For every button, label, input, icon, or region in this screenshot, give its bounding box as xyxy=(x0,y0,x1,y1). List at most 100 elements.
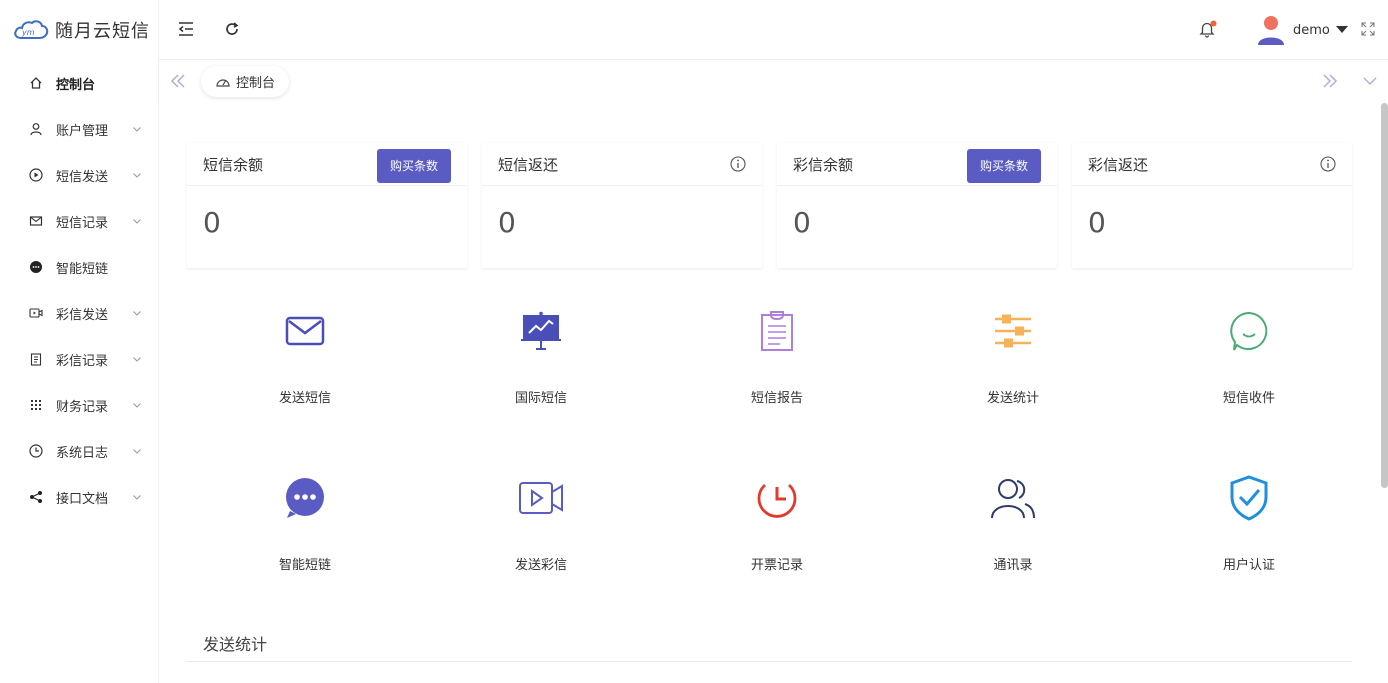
sidebar-item-smart-link[interactable]: 智能短链 xyxy=(0,244,158,290)
shortcut-invoice-records[interactable]: 开票记录 xyxy=(659,460,895,627)
share-icon xyxy=(28,489,44,505)
chat-dots-icon xyxy=(281,474,329,522)
sidebar-item-system-log[interactable]: 系统日志 xyxy=(0,428,158,474)
sidebar-item-label: 财务记录 xyxy=(56,399,109,415)
vertical-scrollbar[interactable] xyxy=(1381,103,1388,488)
tab-label: 控制台 xyxy=(236,76,276,91)
sidebar-item-label: 系统日志 xyxy=(56,445,109,461)
info-icon[interactable] xyxy=(1320,156,1336,172)
notification-button[interactable] xyxy=(1197,18,1219,40)
chevron-down-icon xyxy=(133,127,141,132)
sidebar-item-dashboard[interactable]: 控制台 xyxy=(0,60,158,106)
menu-fold-icon xyxy=(178,22,193,36)
shortcut-label: 通讯录 xyxy=(993,558,1033,573)
card-value: 0 xyxy=(498,206,516,239)
fullscreen-icon xyxy=(1361,22,1375,36)
sidebar-item-label: 短信记录 xyxy=(56,215,109,231)
brand-logo[interactable]: ym 随月云短信 xyxy=(0,0,158,60)
main-content: 短信余额 购买条数 0 短信返还 0 彩信余额 购买条数 0 彩信返还 0 发送… xyxy=(159,103,1388,683)
shortcut-send-mms[interactable]: 发送彩信 xyxy=(423,460,659,627)
card-value: 0 xyxy=(793,206,811,239)
collapse-sidebar-button[interactable] xyxy=(175,18,197,40)
card-header: 短信余额 购买条数 xyxy=(187,143,467,186)
chat-bubble-icon xyxy=(28,259,44,275)
shield-check-icon xyxy=(1225,474,1273,522)
sidebar-item-sms-send[interactable]: 短信发送 xyxy=(0,152,158,198)
buy-mms-button[interactable]: 购买条数 xyxy=(966,148,1041,183)
shortcut-label: 发送彩信 xyxy=(514,558,567,573)
card-mms-refund: 彩信返还 0 xyxy=(1072,143,1352,268)
double-chevron-right-icon xyxy=(1323,74,1338,88)
dashboard-icon xyxy=(215,75,231,89)
sidebar: ym 随月云短信 控制台 账户管理 短信发送 短信记录 智能短链 彩信发送 彩信… xyxy=(0,0,159,683)
shortcut-grid: 发送短信 国际短信 短信报告 发送统计 短信收件 智能短链 发送彩信 开票记录 … xyxy=(187,293,1367,627)
card-title: 彩信余额 xyxy=(793,155,854,174)
video-play-icon xyxy=(517,474,565,522)
clipboard-icon xyxy=(28,351,44,367)
shortcut-label: 开票记录 xyxy=(750,558,803,573)
shortcut-send-stats[interactable]: 发送统计 xyxy=(895,293,1131,460)
shortcut-label: 短信收件 xyxy=(1222,391,1275,406)
chevron-down-icon xyxy=(1363,77,1377,85)
balance-cards: 短信余额 购买条数 0 短信返还 0 彩信余额 购买条数 0 彩信返还 0 xyxy=(187,143,1367,268)
tab-dashboard[interactable]: 控制台 xyxy=(201,66,290,97)
bell-icon xyxy=(1199,20,1217,38)
tabs-dropdown-button[interactable] xyxy=(1359,70,1381,92)
sidebar-item-label: 接口文档 xyxy=(56,491,109,507)
shortcut-label: 发送短信 xyxy=(278,391,331,406)
shortcut-contacts[interactable]: 通讯录 xyxy=(895,460,1131,627)
shortcut-sms-inbox[interactable]: 短信收件 xyxy=(1131,293,1367,460)
contacts-icon xyxy=(989,474,1037,522)
tabs-scroll-left-button[interactable] xyxy=(167,70,189,92)
buy-sms-button[interactable]: 购买条数 xyxy=(376,148,451,183)
cloud-logo-icon: ym xyxy=(14,20,49,39)
shortcut-user-verification[interactable]: 用户认证 xyxy=(1131,460,1367,627)
shortcut-send-sms[interactable]: 发送短信 xyxy=(187,293,423,460)
report-icon xyxy=(753,307,801,355)
card-header: 短信返还 xyxy=(482,143,762,186)
presentation-icon xyxy=(517,307,565,355)
play-circle-icon xyxy=(28,167,44,183)
info-icon[interactable] xyxy=(730,156,746,172)
caret-down-icon xyxy=(1335,26,1348,33)
sidebar-item-account[interactable]: 账户管理 xyxy=(0,106,158,152)
chevron-down-icon xyxy=(133,403,141,408)
sidebar-item-finance[interactable]: 财务记录 xyxy=(0,382,158,428)
shortcut-smart-link[interactable]: 智能短链 xyxy=(187,460,423,627)
shortcut-intl-sms[interactable]: 国际短信 xyxy=(423,293,659,460)
tabs-scroll-right-button[interactable] xyxy=(1319,70,1341,92)
brand-name: 随月云短信 xyxy=(55,21,150,42)
svg-text:ym: ym xyxy=(21,28,35,37)
sidebar-item-sms-records[interactable]: 短信记录 xyxy=(0,198,158,244)
envelope-icon xyxy=(281,307,329,355)
avatar xyxy=(1258,16,1284,45)
sidebar-item-label: 账户管理 xyxy=(56,123,109,139)
sidebar-item-api-docs[interactable]: 接口文档 xyxy=(0,474,158,520)
app-root: ym 随月云短信 控制台 账户管理 短信发送 短信记录 智能短链 彩信发送 彩信… xyxy=(0,0,1388,683)
chevron-down-icon xyxy=(133,495,141,500)
card-sms-balance: 短信余额 购买条数 0 xyxy=(187,143,467,268)
section-title: 发送统计 xyxy=(203,635,268,654)
video-icon xyxy=(28,305,44,321)
fullscreen-button[interactable] xyxy=(1357,18,1379,40)
smile-chat-icon xyxy=(1225,307,1273,355)
chevron-down-icon xyxy=(133,357,141,362)
card-title: 彩信返还 xyxy=(1088,155,1149,174)
shortcut-label: 短信报告 xyxy=(750,391,803,406)
shortcut-row: 智能短链 发送彩信 开票记录 通讯录 用户认证 xyxy=(187,460,1367,627)
sidebar-item-mms-send[interactable]: 彩信发送 xyxy=(0,290,158,336)
card-title: 短信余额 xyxy=(203,155,264,174)
user-icon xyxy=(28,121,44,137)
refresh-button[interactable] xyxy=(221,18,243,40)
notification-dot xyxy=(1210,20,1217,27)
user-menu[interactable]: demo xyxy=(1257,15,1348,45)
sidebar-item-mms-records[interactable]: 彩信记录 xyxy=(0,336,158,382)
shortcut-sms-report[interactable]: 短信报告 xyxy=(659,293,895,460)
shortcut-row: 发送短信 国际短信 短信报告 发送统计 短信收件 xyxy=(187,293,1367,460)
shortcut-label: 智能短链 xyxy=(278,558,331,573)
chevron-down-icon xyxy=(133,311,141,316)
shortcut-label: 国际短信 xyxy=(514,391,567,406)
sidebar-menu: 控制台 账户管理 短信发送 短信记录 智能短链 彩信发送 彩信记录 财务记录 系… xyxy=(0,60,158,520)
clock-icon xyxy=(28,443,44,459)
chevron-down-icon xyxy=(133,219,141,224)
